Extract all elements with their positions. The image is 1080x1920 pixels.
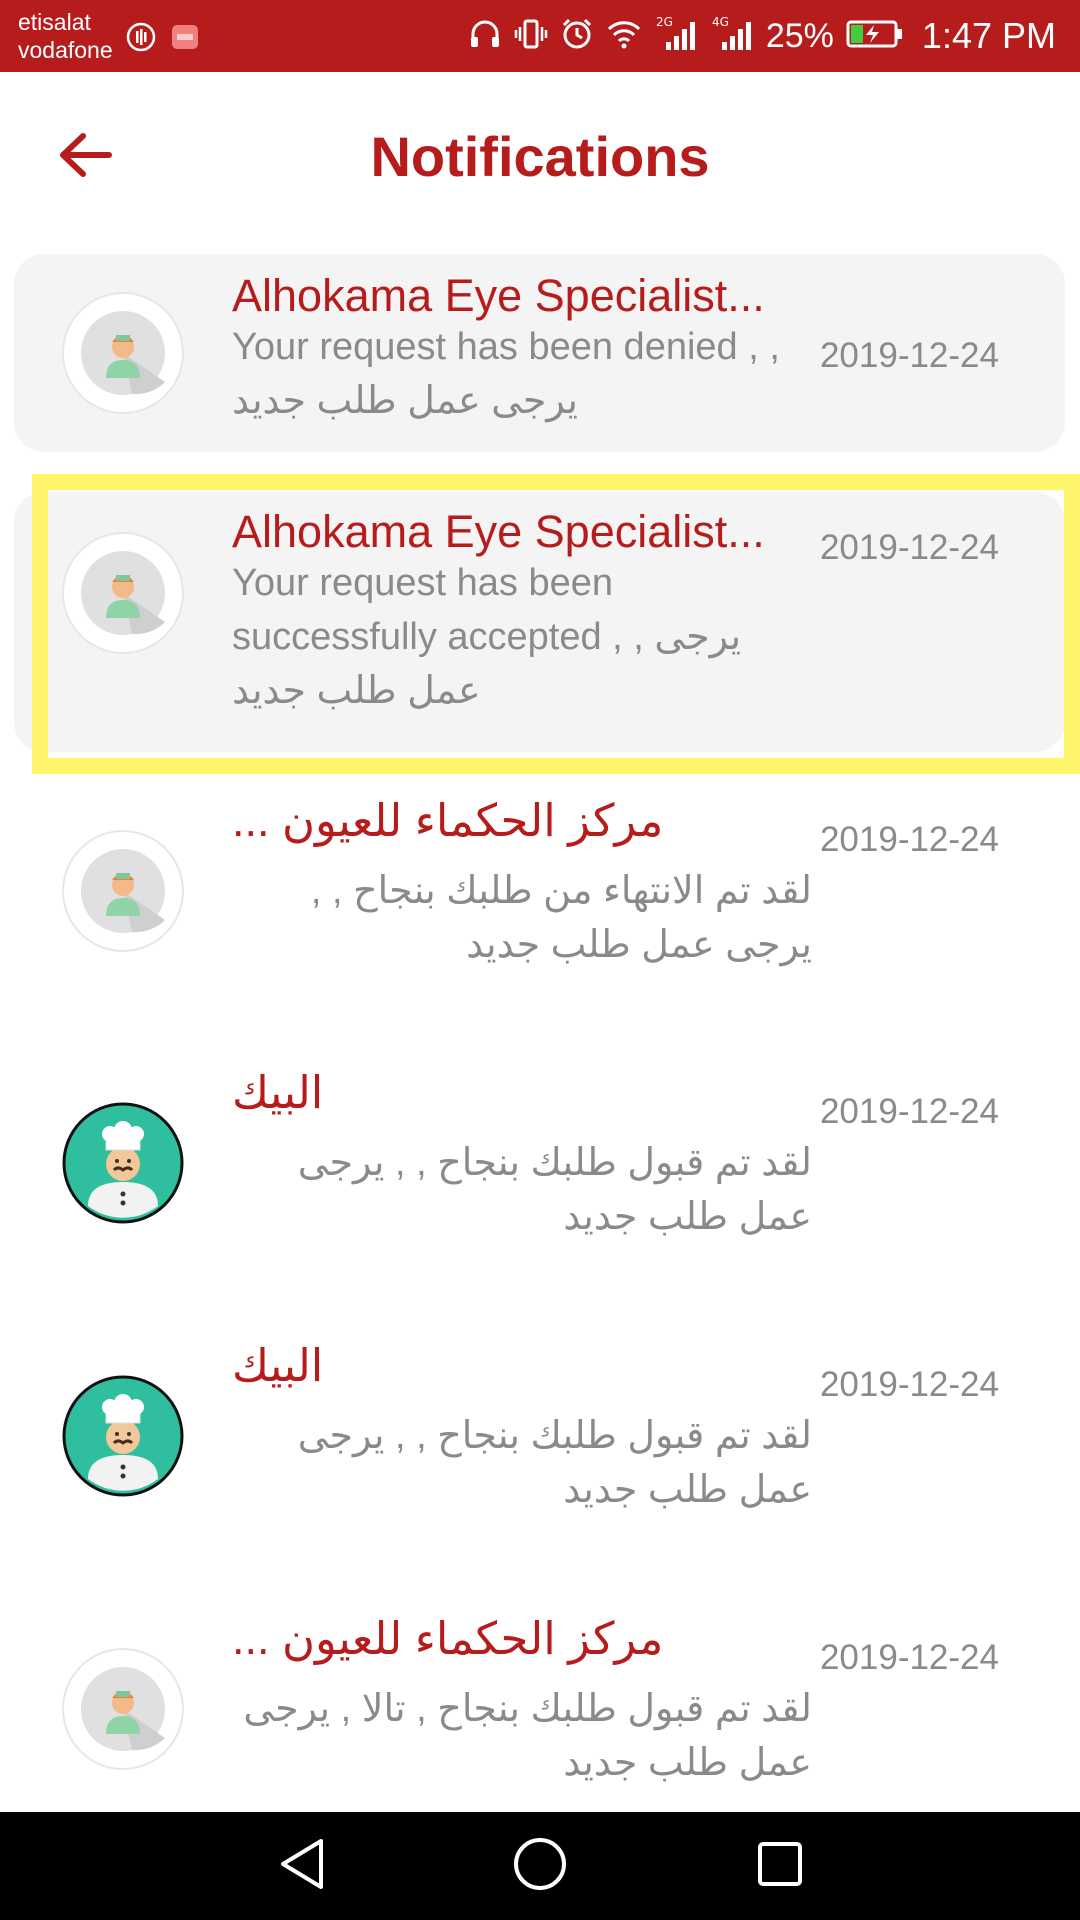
notification-title: Alhokama Eye Specialist... [232, 270, 765, 321]
status-icons: 2G 4G 25% 1:47 PM [468, 0, 1056, 72]
notification-body: Your request has been successfully accep… [232, 562, 742, 712]
headphones-icon [468, 17, 502, 56]
notification-list[interactable]: Alhokama Eye Specialist... Your request … [0, 242, 1080, 1812]
notification-date: 2019-12-24 [819, 1365, 999, 1404]
notification-item-selected[interactable]: Alhokama Eye Specialist... Your request … [14, 492, 1065, 752]
svg-text:4G: 4G [712, 15, 729, 29]
notification-item[interactable]: Alhokama Eye Specialist... Your request … [14, 254, 1065, 452]
square-recents-icon [755, 1839, 805, 1894]
notification-item[interactable]: البيك لقد تم قبول طلبك بنجاح , , يرجى عم… [14, 1060, 1065, 1300]
notification-body: لقد تم قبول طلبك بنجاح , تالا , يرجى عمل… [243, 1688, 812, 1784]
battery-charging-icon [846, 19, 904, 54]
notification-date: 2019-12-24 [819, 1638, 999, 1677]
nurse-avatar-icon [62, 532, 184, 654]
notification-item[interactable]: مركز الحكماء للعيون ... لقد تم قبول طلبك… [14, 1606, 1065, 1812]
signal-4g-icon: 4G [710, 14, 754, 59]
carrier-names: etisalat vodafone [18, 8, 113, 64]
notification-body: لقد تم الانتهاء من طلبك بنجاح , , يرجى ع… [310, 870, 812, 966]
nurse-avatar-icon [62, 292, 184, 414]
notification-title: مركز الحكماء للعيون ... [232, 795, 664, 846]
notification-body: لقد تم قبول طلبك بنجاح , , يرجى عمل طلب … [297, 1415, 812, 1511]
notification-body: لقد تم قبول طلبك بنجاح , , يرجى عمل طلب … [297, 1142, 812, 1238]
page-title: Notifications [370, 125, 710, 188]
notification-item[interactable]: مركز الحكماء للعيون ... لقد تم الانتهاء … [14, 788, 1065, 1028]
system-navigation-bar [0, 1812, 1080, 1920]
notification-date: 2019-12-24 [819, 528, 999, 567]
wifi-icon [606, 17, 642, 56]
notification-title: البيك [232, 1340, 324, 1391]
vibrate-icon [514, 17, 548, 56]
notification-title: البيك [232, 1067, 324, 1118]
nav-recents-button[interactable] [750, 1836, 810, 1896]
nurse-avatar-icon [62, 830, 184, 952]
triangle-back-icon [277, 1837, 327, 1896]
clock: 1:47 PM [921, 15, 1056, 56]
alarm-icon [560, 17, 594, 56]
notification-body: Your request has been denied , , يرجى عم… [232, 326, 780, 422]
carrier-2: vodafone [18, 37, 113, 63]
circle-home-icon [512, 1836, 568, 1897]
notification-date: 2019-12-24 [819, 336, 999, 375]
notification-item[interactable]: البيك لقد تم قبول طلبك بنجاح , , يرجى عم… [14, 1333, 1065, 1573]
carrier-1: etisalat [18, 9, 91, 35]
nav-back-button[interactable] [272, 1836, 332, 1896]
nav-home-button[interactable] [510, 1836, 570, 1896]
chef-avatar-icon [62, 1102, 184, 1224]
battery-percent: 25% [765, 16, 834, 55]
notification-title: مركز الحكماء للعيون ... [232, 1613, 664, 1664]
app-notification-icon [170, 22, 200, 52]
signal-2g-icon: 2G [654, 14, 698, 59]
notification-title: Alhokama Eye Specialist... [232, 506, 765, 557]
media-icon [126, 22, 156, 52]
notification-date: 2019-12-24 [819, 1092, 999, 1131]
app-header: Notifications [0, 72, 1080, 242]
network-1-label: 2G [656, 15, 673, 29]
status-bar: etisalat vodafone 2G 4G 25% 1:47 PM [0, 0, 1080, 72]
nurse-avatar-icon [62, 1648, 184, 1770]
chef-avatar-icon [62, 1375, 184, 1497]
notification-date: 2019-12-24 [819, 820, 999, 859]
